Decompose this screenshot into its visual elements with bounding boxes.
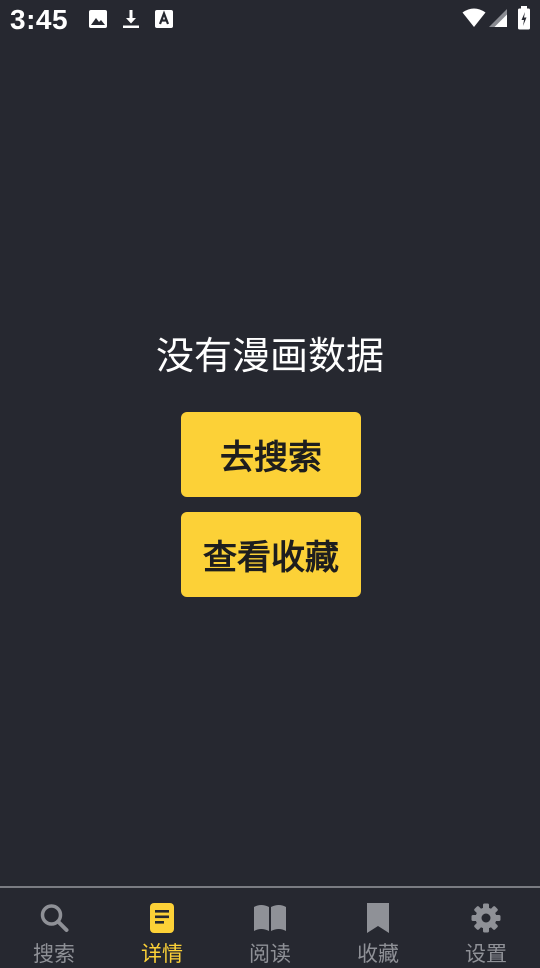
bookmark-icon	[367, 903, 389, 933]
bottom-navigation: 搜索 详情 阅读 收藏 设置	[0, 886, 540, 966]
empty-message: 没有漫画数据	[155, 334, 384, 378]
battery-charging-icon	[518, 6, 530, 30]
signal-icon	[489, 9, 507, 27]
nav-item-details[interactable]: 详情	[108, 888, 216, 966]
nav-item-search[interactable]: 搜索	[0, 888, 108, 966]
go-search-button[interactable]: 去搜索	[181, 412, 361, 497]
gear-icon	[471, 903, 501, 933]
document-icon	[150, 903, 174, 933]
text-a-icon	[155, 10, 173, 28]
view-favorites-button[interactable]: 查看收藏	[181, 512, 361, 597]
status-bar: 3:45	[0, 0, 540, 44]
nav-label-search: 搜索	[33, 942, 75, 966]
status-time: 3:45	[10, 4, 69, 35]
book-open-icon	[254, 905, 286, 931]
image-icon	[89, 10, 107, 28]
search-icon	[40, 904, 69, 932]
nav-label-details: 详情	[141, 942, 183, 966]
wifi-icon	[462, 8, 486, 27]
nav-item-read[interactable]: 阅读	[216, 888, 324, 966]
nav-label-settings: 设置	[465, 942, 507, 966]
nav-label-read: 阅读	[249, 942, 291, 966]
nav-item-settings[interactable]: 设置	[432, 888, 540, 966]
nav-label-favorites: 收藏	[357, 942, 399, 966]
empty-state: 没有漫画数据 去搜索 查看收藏	[0, 44, 540, 886]
nav-item-favorites[interactable]: 收藏	[324, 888, 432, 966]
download-icon	[123, 10, 139, 28]
